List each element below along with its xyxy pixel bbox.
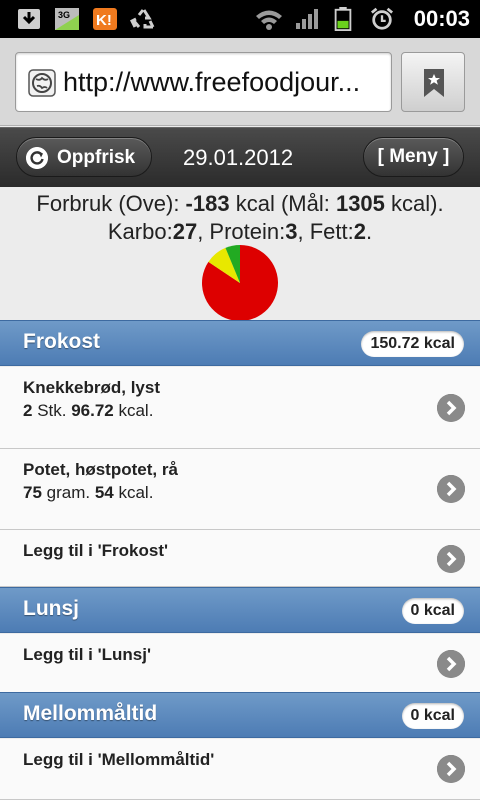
section-lunsj: Lunsj 0 kcal <box>0 587 480 633</box>
section-frokost: Frokost 150.72 kcal <box>0 320 480 366</box>
fat-label: , Fett: <box>297 219 354 244</box>
consumption-line: Forbruk (Ove): -183 kcal (Mål: 1305 kcal… <box>0 190 480 217</box>
food-detail: 2 Stk. 96.72 kcal. <box>23 401 153 421</box>
food-kcal: 54 <box>94 483 114 502</box>
refresh-label: Oppfrisk <box>57 147 136 168</box>
battery-icon <box>334 7 352 31</box>
food-unit: gram. <box>41 483 95 502</box>
kcal-badge: 0 kcal <box>401 703 464 729</box>
food-name: Potet, høstpotet, rå <box>23 460 178 479</box>
food-kcal-unit: kcal. <box>113 401 154 420</box>
section-mellommaltid: Mellommåltid 0 kcal <box>0 692 480 738</box>
menu-button[interactable]: [ Meny ] <box>363 137 464 177</box>
download-icon <box>18 9 40 29</box>
add-food-label: Legg til i 'Frokost' <box>23 541 169 560</box>
network-label: 3G <box>58 10 70 20</box>
section-title: Lunsj <box>23 597 79 620</box>
url-field[interactable]: http://www.freefoodjour... <box>15 52 392 112</box>
food-detail: 75 gram. 54 kcal. <box>23 483 153 503</box>
add-food-label: Legg til i 'Lunsj' <box>23 645 152 664</box>
protein-value: 3 <box>285 219 298 244</box>
bookmark-icon <box>424 69 444 97</box>
chevron-right-icon <box>437 394 465 422</box>
add-food-mellommaltid[interactable]: Legg til i 'Mellommåltid' <box>0 739 480 800</box>
macro-line: Karbo:27, Protein:3, Fett:2. <box>0 218 480 245</box>
app-header: Oppfrisk 29.01.2012 [ Meny ] <box>0 127 480 187</box>
add-food-label: Legg til i 'Mellommåltid' <box>23 750 215 769</box>
refresh-icon <box>26 147 48 169</box>
add-food-lunsj[interactable]: Legg til i 'Lunsj' <box>0 634 480 693</box>
signal-icon <box>296 9 318 29</box>
daily-summary: Forbruk (Ove): -183 kcal (Mål: 1305 kcal… <box>0 188 480 321</box>
wifi-icon <box>256 10 282 30</box>
section-title: Mellommåltid <box>23 702 158 725</box>
section-title: Frokost <box>23 330 101 353</box>
recycle-icon <box>130 9 155 29</box>
macro-suffix: . <box>365 219 373 244</box>
consumption-value: -183 <box>185 191 230 216</box>
goal-label: kcal (Mål: <box>229 191 336 216</box>
macro-pie-chart <box>202 245 278 321</box>
carb-label: Karbo: <box>107 219 173 244</box>
consumption-label: Forbruk (Ove): <box>36 191 186 216</box>
current-date: 29.01.2012 <box>183 145 294 170</box>
food-name: Knekkebrød, lyst <box>23 378 160 397</box>
food-kcal: 96.72 <box>71 401 114 420</box>
list-item[interactable]: Knekkebrød, lyst 2 Stk. 96.72 kcal. <box>0 367 480 449</box>
status-bar: 3G K! 00:03 <box>0 0 480 38</box>
carb-value: 27 <box>172 219 198 244</box>
chevron-right-icon <box>437 545 465 573</box>
goal-value: 1305 <box>335 191 385 216</box>
add-food-frokost[interactable]: Legg til i 'Frokost' <box>0 530 480 587</box>
kcal-badge: 150.72 kcal <box>361 331 464 357</box>
food-unit: Stk. <box>32 401 72 420</box>
alarm-icon <box>370 7 394 30</box>
bookmark-button[interactable] <box>401 52 465 112</box>
sim-3g-icon: 3G <box>55 8 79 30</box>
app-k1-icon: K! <box>93 8 117 30</box>
chevron-right-icon <box>437 650 465 678</box>
refresh-button[interactable]: Oppfrisk <box>16 137 152 177</box>
kcal-badge: 0 kcal <box>401 598 464 624</box>
protein-label: , Protein: <box>197 219 286 244</box>
list-item[interactable]: Potet, høstpotet, rå 75 gram. 54 kcal. <box>0 449 480 530</box>
food-qty: 75 <box>23 483 42 502</box>
kcal-suffix: kcal). <box>384 191 444 216</box>
url-text: http://www.freefoodjour... <box>63 67 361 97</box>
food-kcal-unit: kcal. <box>113 483 154 502</box>
clock: 00:03 <box>413 6 470 31</box>
svg-text:K!: K! <box>96 12 112 29</box>
chevron-right-icon <box>437 755 465 783</box>
browser-toolbar: http://www.freefoodjour... <box>0 38 480 126</box>
chevron-right-icon <box>437 475 465 503</box>
fat-value: 2 <box>353 219 366 244</box>
globe-icon <box>28 69 56 97</box>
